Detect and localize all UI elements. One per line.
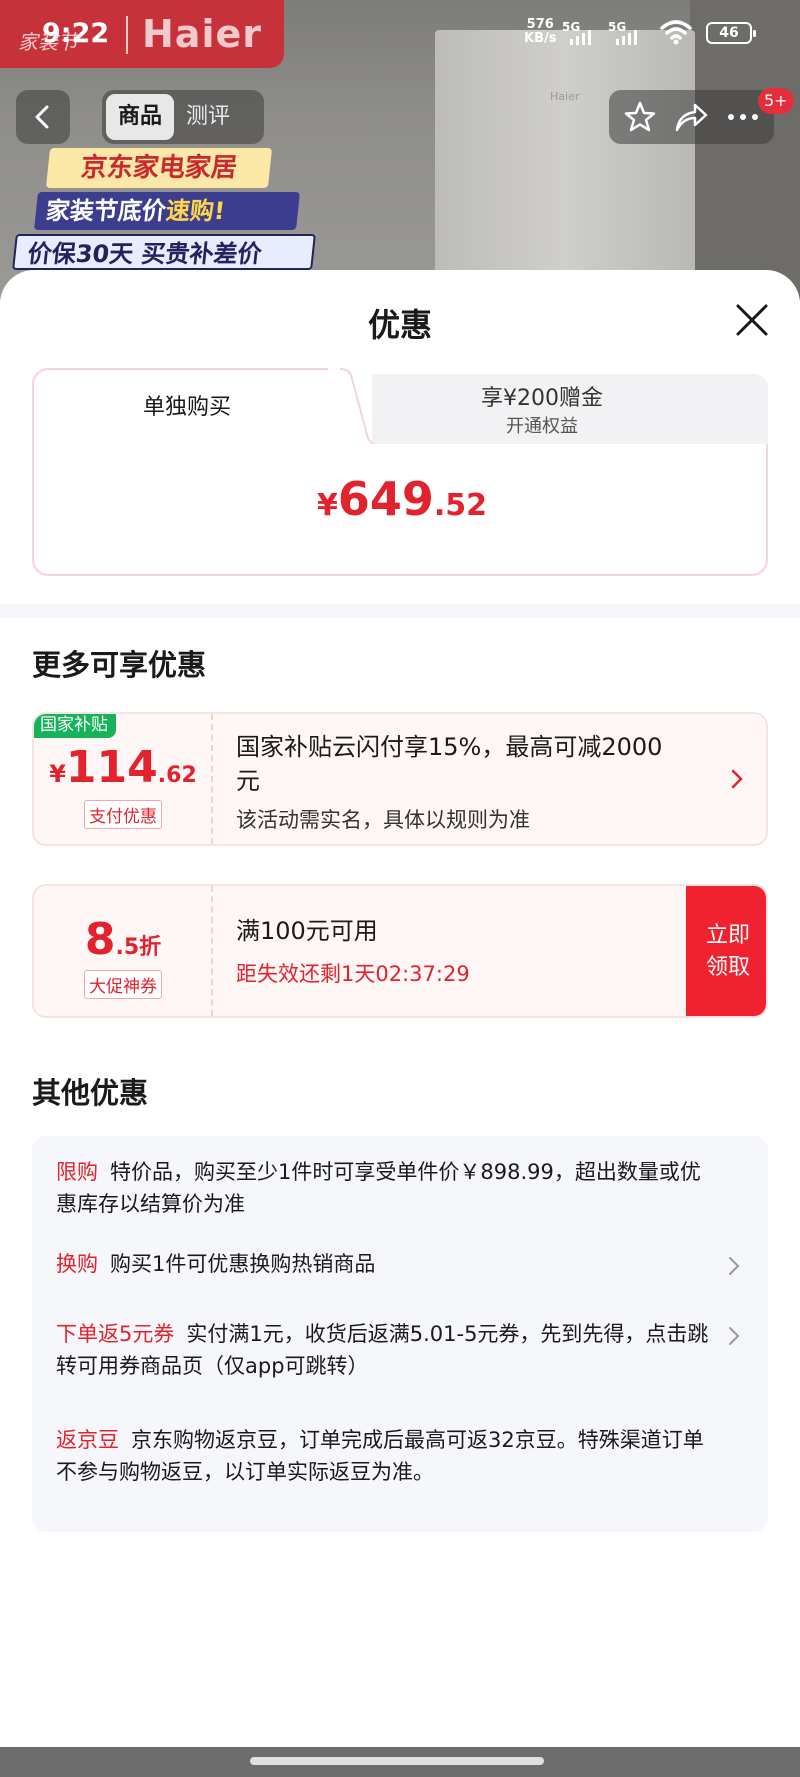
price-integer: 649: [337, 472, 434, 526]
other-item-limit: 限购 特价品，购买至少1件时可享受单件价￥898.99，超出数量或优惠库存以结算价…: [56, 1156, 716, 1220]
chevron-right-icon: [731, 769, 743, 789]
tab-product[interactable]: 商品: [106, 94, 175, 140]
navigation-bar: [0, 1747, 800, 1777]
other-item-key: 换购: [56, 1252, 98, 1276]
coupon-note: 该活动需实名，具体以规则为准: [236, 808, 530, 832]
single-purchase-label: 单独购买: [142, 395, 231, 420]
subsidy-coupon[interactable]: 国家补贴 ¥114.62 支付优惠 国家补贴云闪付享15%，最高可减2000元 …: [32, 712, 768, 846]
battery-icon: 46: [706, 22, 756, 44]
promo-line-1: 京东家电家居: [45, 148, 273, 188]
coupon-discount-int: 8: [84, 914, 116, 965]
other-item-key: 限购: [56, 1160, 98, 1184]
promo-line-3: 价保30天 买贵补差价: [12, 234, 316, 270]
coupon-countdown: 距失效还剩1天02:37:29: [236, 962, 470, 986]
other-item-text: 购买1件可优惠换购热销商品: [110, 1252, 376, 1276]
coupon-amount-dec: .62: [157, 763, 197, 788]
tab-review[interactable]: 测评: [174, 94, 242, 140]
fridge-logo: Haier: [550, 90, 580, 103]
more-icon[interactable]: [726, 111, 760, 123]
coupon-tag: 大促神券: [34, 970, 212, 999]
price-body: ¥649.52: [32, 444, 768, 576]
promo-line-2: 家装节底价速购!: [34, 192, 300, 230]
promo-banner: 京东家电家居 家装节底价速购! 价保30天 买贵补差价: [12, 148, 320, 270]
claim-button-line2: 领取: [705, 955, 750, 980]
coupon-tag-label: 支付优惠: [84, 800, 162, 829]
coupon-amount: ¥114.62: [34, 742, 212, 793]
chevron-right-icon[interactable]: [728, 1326, 740, 1346]
home-indicator[interactable]: [250, 1757, 544, 1765]
net-speed: 576 KB/s: [524, 18, 556, 46]
message-badge: 5+: [758, 88, 794, 114]
nav-actions: [609, 90, 774, 144]
price-currency: ¥: [316, 488, 338, 523]
coupon-discount: 8.5折: [34, 914, 212, 965]
close-icon[interactable]: [728, 296, 776, 344]
coupon-separator: [211, 714, 213, 844]
page-tabs: 商品 测评: [102, 90, 264, 144]
promo-line-2-highlight: 速购!: [164, 197, 227, 225]
more-discounts-title: 更多可享优惠: [32, 648, 207, 682]
price-decimal: .52: [433, 488, 488, 523]
coupon-amount-block: 国家补贴 ¥114.62 支付优惠: [34, 714, 212, 844]
coupon-separator: [211, 886, 213, 1016]
coupon-amount-block: 8.5折 大促神券: [34, 886, 212, 1016]
final-price: ¥649.52: [34, 472, 770, 526]
coupon-condition: 满100元可用: [236, 917, 378, 945]
net-speed-unit: KB/s: [524, 31, 557, 46]
other-discounts-title: 其他优惠: [32, 1076, 149, 1110]
chevron-right-icon[interactable]: [728, 1256, 740, 1276]
wifi-icon: [660, 20, 692, 45]
tab-membership[interactable]: 享¥200赠金 开通权益: [372, 374, 768, 444]
back-button[interactable]: [16, 90, 70, 144]
other-discounts-list: 限购 特价品，购买至少1件时可享受单件价￥898.99，超出数量或优惠库存以结算价…: [32, 1136, 768, 1532]
claim-button-line1: 立即: [705, 923, 750, 948]
other-item-text: 特价品，购买至少1件时可享受单件价￥898.99，超出数量或优惠库存以结算价为准: [56, 1160, 701, 1216]
claim-button[interactable]: 立即 领取: [686, 886, 766, 1016]
discount-sheet: 优惠 享¥200赠金 开通权益 单独购买 ¥649.52 更多可享优惠 国家补贴…: [0, 270, 800, 1747]
other-item-key: 下单返5元券: [56, 1322, 175, 1346]
subsidy-flag: 国家补贴: [34, 714, 116, 738]
other-item-text: 京东购物返京豆，订单完成后最高可返32京豆。特殊渠道订单不参与购物返豆，以订单实…: [56, 1428, 704, 1484]
share-icon[interactable]: [673, 100, 709, 134]
promo-line-2-text: 家装节底价: [44, 197, 168, 225]
coupon-tag: 支付优惠: [34, 800, 212, 829]
star-icon[interactable]: [623, 100, 657, 134]
coupon-discount-dec: .5折: [115, 935, 162, 960]
back-icon: [35, 105, 49, 129]
coupon-description: 国家补贴云闪付享15%，最高可减2000元: [236, 733, 663, 795]
other-item-jd-beans: 返京豆 京东购物返京豆，订单完成后最高可返32京豆。特殊渠道订单不参与购物返豆，以…: [56, 1424, 716, 1488]
coupon-currency: ¥: [49, 760, 66, 788]
membership-activate: 开通权益: [506, 416, 578, 437]
price-card: 享¥200赠金 开通权益 单独购买 ¥649.52: [32, 368, 768, 576]
coupon-amount-int: 114: [65, 742, 158, 793]
status-time: 9:22: [42, 18, 110, 49]
coupon-tag-label: 大促神券: [84, 970, 162, 999]
section-divider: [0, 604, 800, 618]
voucher-coupon: 8.5折 大促神券 满100元可用 距失效还剩1天02:37:29 立即 领取: [32, 884, 768, 1018]
membership-bonus: 享¥200赠金: [481, 386, 603, 411]
net-speed-value: 576: [526, 17, 554, 32]
other-item-coupon-return[interactable]: 下单返5元券 实付满1元，收货后返满5.01-5元券，先到先得，点击跳转可用券商品…: [56, 1318, 716, 1382]
other-item-key: 返京豆: [56, 1428, 119, 1452]
other-item-exchange[interactable]: 换购 购买1件可优惠换购热销商品: [56, 1248, 716, 1280]
status-bar: 9:22 576 KB/s 5G 5G 46: [0, 0, 800, 70]
sheet-title: 优惠: [367, 306, 432, 344]
